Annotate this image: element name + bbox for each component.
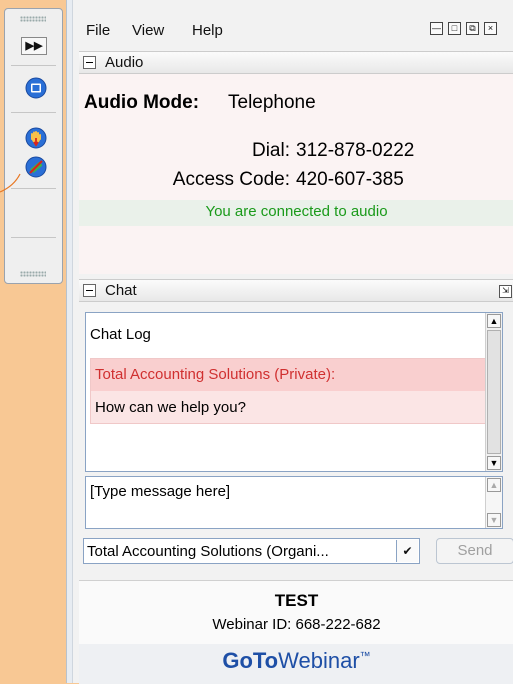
restore-icon: ⧉	[469, 23, 476, 33]
dial-number: 312-878-0222	[296, 140, 415, 161]
expand-panel-button[interactable]: ▶▶	[21, 37, 47, 55]
audio-status-text: You are connected to audio	[205, 203, 388, 220]
minimize-icon: —	[432, 23, 441, 33]
toolbar-divider	[11, 237, 56, 238]
audio-status-band: You are connected to audio	[79, 200, 513, 226]
logo-rest: Webinar	[278, 648, 360, 673]
scroll-thumb[interactable]	[487, 330, 501, 454]
control-panel-window: File View Help — □ ⧉ × Audio Audio Mode:…	[72, 0, 513, 684]
chat-log-scrollbar[interactable]: ▲ ▼	[485, 313, 502, 471]
popout-chat-icon[interactable]: ⇲	[499, 285, 512, 298]
toolbar-grip-bottom[interactable]	[20, 271, 46, 277]
chat-message-text: How can we help you?	[95, 399, 246, 416]
compose-scrollbar[interactable]: ▲ ▼	[485, 477, 502, 528]
dial-label: Dial:	[251, 140, 290, 161]
webinar-name: TEST	[274, 591, 319, 610]
recipient-value: Total Accounting Solutions (Organi...	[87, 543, 329, 560]
chat-collapse-button[interactable]	[83, 284, 96, 297]
scroll-down-arrow-icon[interactable]: ▼	[487, 456, 501, 470]
webinar-info: TEST Webinar ID: 668-222-682 GoToWebinar…	[79, 580, 513, 684]
audio-panel-title: Audio	[105, 54, 144, 71]
recipient-select[interactable]: Total Accounting Solutions (Organi... ✔	[83, 538, 420, 564]
chat-input-placeholder: [Type message here]	[90, 483, 231, 500]
audio-panel-header: Audio	[79, 51, 513, 74]
expand-arrows-icon: ▶▶	[25, 40, 43, 52]
chat-panel-header: Chat ⇲	[79, 279, 513, 302]
maximize-button[interactable]: □	[448, 22, 461, 35]
access-code-label: Access Code:	[172, 169, 290, 190]
scroll-up-arrow-icon[interactable]: ▲	[487, 314, 501, 328]
audio-mode-value: Telephone	[228, 92, 316, 113]
audio-panel: Audio Mode: Telephone Dial: 312-878-0222…	[79, 74, 513, 274]
maximize-icon: □	[451, 23, 458, 33]
screen-icon[interactable]	[25, 77, 47, 99]
chat-message-header: Total Accounting Solutions (Private):	[91, 359, 487, 391]
access-code-value: 420-607-385	[296, 169, 404, 190]
control-toolbar: ▶▶	[4, 8, 63, 284]
send-button[interactable]: Send	[436, 538, 513, 564]
gotowebinar-logo: GoToWebinar™	[79, 648, 513, 674]
compose-scroll-down-icon[interactable]: ▼	[487, 513, 501, 527]
menu-bar: File View Help — □ ⧉ ×	[73, 0, 513, 50]
close-button[interactable]: ×	[484, 22, 497, 35]
chat-message: Total Accounting Solutions (Private): Ho…	[90, 358, 488, 424]
logo-bold: GoTo	[222, 648, 279, 673]
chat-message-input[interactable]: [Type message here] ▲ ▼	[85, 476, 503, 529]
raise-hand-icon[interactable]	[25, 127, 47, 149]
pointer-line	[0, 173, 21, 193]
audio-mode-label: Audio Mode:	[84, 92, 200, 113]
toolbar-divider	[11, 65, 56, 66]
logo-trademark: ™	[359, 650, 371, 663]
chat-log[interactable]: Chat Log Total Accounting Solutions (Pri…	[85, 312, 503, 472]
menu-file[interactable]: File	[86, 22, 110, 39]
chevron-down-icon[interactable]: ✔	[396, 540, 418, 562]
minimize-button[interactable]: —	[430, 22, 443, 35]
chat-log-title: Chat Log	[90, 326, 151, 343]
restore-button[interactable]: ⧉	[466, 22, 479, 35]
chat-panel-title: Chat	[105, 282, 137, 299]
close-icon: ×	[487, 23, 494, 33]
menu-view[interactable]: View	[132, 22, 164, 39]
toolbar-grip-top[interactable]	[20, 16, 46, 22]
compose-scroll-up-icon[interactable]: ▲	[487, 478, 501, 492]
chat-message-sender: Total Accounting Solutions (Private):	[95, 366, 336, 383]
webinar-id: Webinar ID: 668-222-682	[212, 616, 381, 633]
toolbar-divider	[11, 112, 56, 113]
menu-help[interactable]: Help	[192, 22, 223, 39]
audio-collapse-button[interactable]	[83, 56, 96, 69]
